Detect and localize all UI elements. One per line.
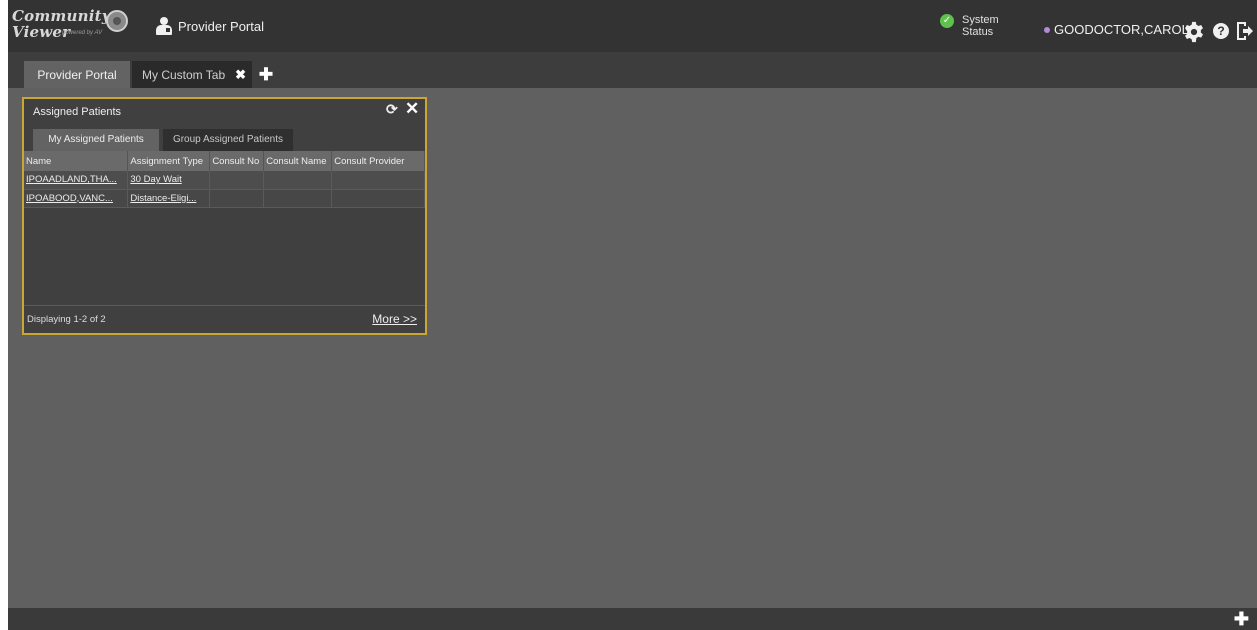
workspace-tab-bar: Provider Portal My Custom Tab ✖ ✚ — [8, 52, 1257, 88]
cell-name[interactable]: IPOAADLAND,THA... — [24, 171, 129, 190]
assigned-patients-table: Name Assignment Type Consult No Consult … — [24, 151, 425, 208]
tab-my-custom-tab[interactable]: My Custom Tab ✖ — [132, 61, 252, 88]
table-row[interactable]: IPOAADLAND,THA... 30 Day Wait — [24, 171, 425, 190]
table-row[interactable]: IPOABOOD,VANC... Distance-Eligi... — [24, 189, 425, 208]
column-header-consult-provider[interactable]: Consult Provider — [331, 151, 425, 171]
provider-icon — [156, 17, 172, 35]
column-header-name[interactable]: Name — [24, 151, 129, 171]
check-circle-icon: ✓ — [940, 14, 954, 28]
assignment-type-link[interactable]: Distance-Eligi... — [130, 193, 196, 204]
cell-consult-provider — [331, 171, 425, 190]
gear-icon[interactable] — [1183, 21, 1205, 43]
cell-consult-provider — [331, 189, 425, 208]
tab-my-custom-tab-label: My Custom Tab — [142, 67, 226, 82]
patient-name-link[interactable]: IPOABOOD,VANC... — [26, 193, 113, 204]
community-viewer-logo: Community Viewer powered by AV — [12, 8, 132, 44]
patient-name-link[interactable]: IPOAADLAND,THA... — [26, 174, 117, 185]
widget-title: Assigned Patients — [33, 106, 122, 118]
tab-my-assigned-patients[interactable]: My Assigned Patients — [33, 129, 159, 151]
logo-powered-by: powered by AV — [62, 30, 103, 36]
system-status-button[interactable]: ✓ System Status — [940, 14, 1020, 42]
displaying-count: Displaying 1-2 of 2 — [27, 314, 106, 325]
cell-consult-no — [209, 171, 265, 190]
user-menu[interactable]: GOODOCTOR,CAROL — [1044, 22, 1189, 37]
widget-footer: Displaying 1-2 of 2 More >> — [24, 305, 425, 333]
cell-assignment-type[interactable]: Distance-Eligi... — [127, 189, 211, 208]
assignment-type-link[interactable]: 30 Day Wait — [130, 174, 181, 185]
add-tab-icon[interactable]: ✚ — [258, 61, 274, 88]
tab-provider-portal-label: Provider Portal — [37, 67, 117, 82]
more-link[interactable]: More >> — [372, 312, 417, 326]
system-status-label: System Status — [962, 14, 999, 38]
tab-group-assigned-patients[interactable]: Group Assigned Patients — [163, 129, 293, 151]
cell-consult-name — [263, 189, 333, 208]
close-widget-icon[interactable]: ✕ — [405, 100, 419, 117]
user-status-dot — [1044, 26, 1050, 33]
widget-header: Assigned Patients — [24, 99, 425, 125]
column-header-consult-name[interactable]: Consult Name — [263, 151, 333, 171]
table-header-row: Name Assignment Type Consult No Consult … — [24, 151, 425, 171]
column-header-assignment-type[interactable]: Assignment Type — [127, 151, 211, 171]
cell-consult-no — [209, 189, 265, 208]
assigned-patients-widget: Assigned Patients ⟳ ✕ My Assigned Patien… — [22, 97, 427, 335]
help-icon[interactable]: ? — [1213, 23, 1229, 39]
add-widget-icon[interactable]: ✚ — [1234, 609, 1249, 630]
user-name: GOODOCTOR,CAROL — [1054, 22, 1189, 37]
close-tab-icon[interactable]: ✖ — [235, 67, 246, 83]
logout-icon[interactable] — [1236, 21, 1254, 41]
cell-name[interactable]: IPOABOOD,VANC... — [24, 189, 129, 208]
top-navigation-bar: Community Viewer powered by AV Provider … — [8, 0, 1257, 52]
cell-consult-name — [263, 171, 333, 190]
column-header-consult-no[interactable]: Consult No — [209, 151, 265, 171]
provider-portal-button[interactable]: Provider Portal — [144, 0, 268, 52]
tab-provider-portal[interactable]: Provider Portal — [24, 61, 130, 88]
provider-portal-label: Provider Portal — [178, 18, 264, 34]
va-seal-icon — [106, 10, 128, 32]
refresh-icon[interactable]: ⟳ — [386, 102, 400, 116]
bottom-bar: ✚ — [8, 608, 1257, 630]
cell-assignment-type[interactable]: 30 Day Wait — [127, 171, 211, 190]
